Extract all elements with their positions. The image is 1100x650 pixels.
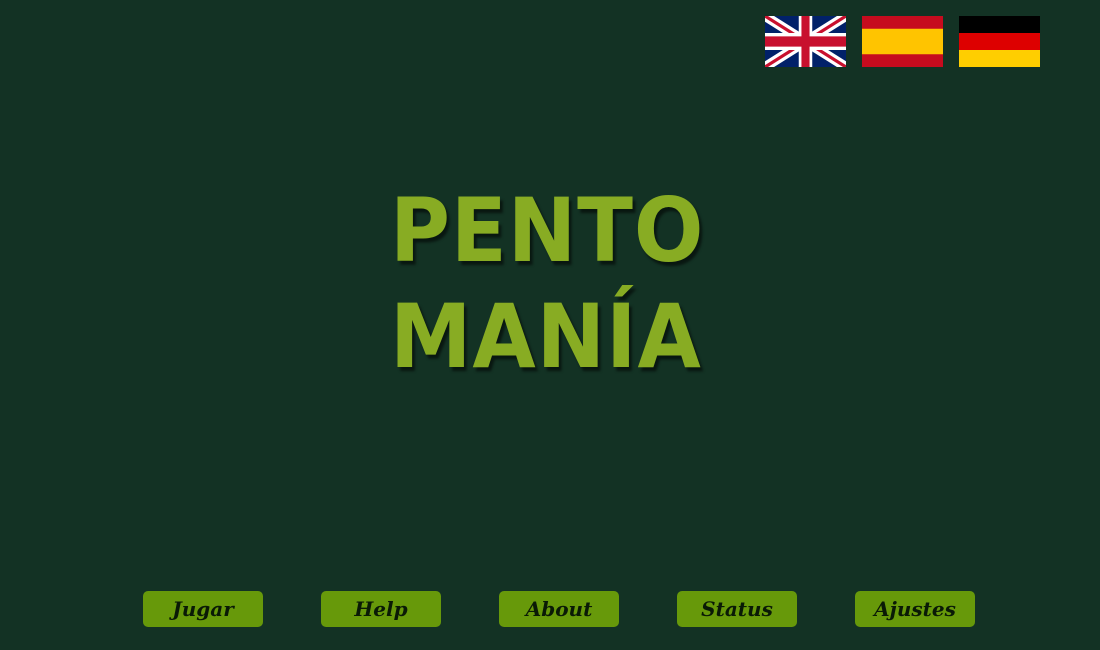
language-selector: [765, 16, 1040, 67]
main-menu: Jugar Help About Status Ajustes: [143, 591, 975, 627]
game-title-line-1: PENTO: [390, 179, 705, 282]
language-flag-es[interactable]: [862, 16, 943, 67]
about-button[interactable]: About: [499, 591, 619, 627]
play-button[interactable]: Jugar: [143, 591, 263, 627]
game-title: PENTO MANÍA: [390, 178, 706, 390]
status-button[interactable]: Status: [677, 591, 797, 627]
settings-button[interactable]: Ajustes: [855, 591, 975, 627]
uk-flag-icon: [765, 16, 846, 67]
language-flag-de[interactable]: [959, 16, 1040, 67]
help-button[interactable]: Help: [321, 591, 441, 627]
game-title-line-2: MANÍA: [390, 285, 702, 388]
spain-flag-icon: [862, 16, 943, 67]
language-flag-en[interactable]: [765, 16, 846, 67]
germany-flag-icon: [959, 16, 1040, 67]
